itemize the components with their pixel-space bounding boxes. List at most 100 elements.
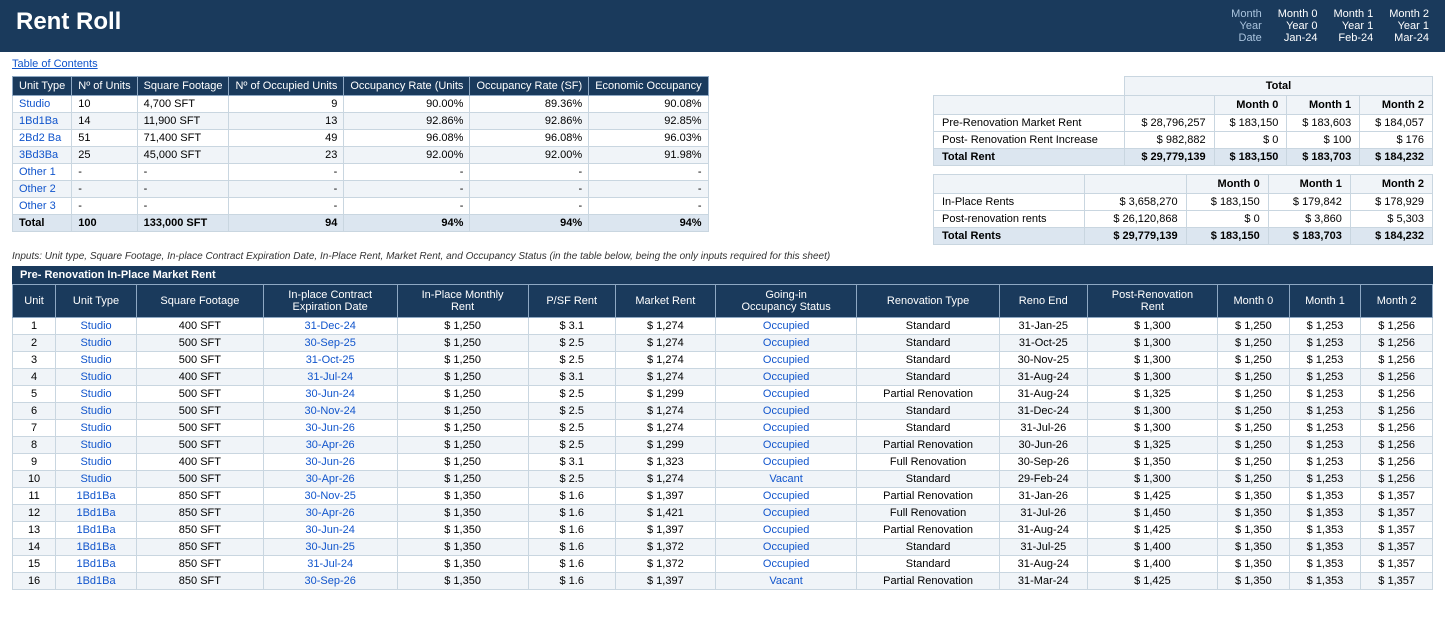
- header-date0: Jan-24: [1278, 32, 1318, 44]
- detail-cell: Full Renovation: [857, 505, 999, 522]
- unit-type-section: Unit Type Nº of Units Square Footage Nº …: [12, 76, 709, 245]
- unit-cell: 2Bd2 Ba: [13, 130, 72, 147]
- dh-m0: Month 0: [1218, 285, 1290, 318]
- unit-cell: 96.08%: [470, 130, 589, 147]
- detail-cell: $ 1,350: [1218, 556, 1290, 573]
- unit-cell: -: [137, 198, 229, 215]
- unit-cell: 133,000 SFT: [137, 215, 229, 232]
- detail-cell: $ 1,250: [1218, 352, 1290, 369]
- detail-cell: 4: [13, 369, 56, 386]
- inputs-note: Inputs: Unit type, Square Footage, In-pl…: [12, 251, 1433, 262]
- unit-cell: 91.98%: [589, 147, 708, 164]
- header-date1: Feb-24: [1334, 32, 1374, 44]
- sum2-col-m1: Month 1: [1268, 175, 1350, 194]
- detail-cell: $ 1,256: [1361, 437, 1433, 454]
- detail-cell: $ 1,450: [1087, 505, 1217, 522]
- sum1-col-m2: Month 2: [1360, 96, 1433, 115]
- unit-cell: 90.08%: [589, 96, 708, 113]
- detail-cell: $ 1,274: [615, 335, 715, 352]
- unit-cell: 94%: [344, 215, 470, 232]
- detail-cell: Vacant: [715, 573, 857, 590]
- header-month2: Month 2: [1389, 8, 1429, 20]
- header-month1: Month 1: [1334, 8, 1374, 20]
- col-occ-rate-sf: Occupancy Rate (SF): [470, 77, 589, 96]
- detail-cell: 500 SFT: [136, 386, 263, 403]
- detail-cell: 12: [13, 505, 56, 522]
- detail-cell: $ 1,274: [615, 352, 715, 369]
- detail-cell: $ 1,250: [397, 386, 528, 403]
- detail-cell: $ 1,250: [1218, 403, 1290, 420]
- detail-cell: 9: [13, 454, 56, 471]
- header-dates: Month Month 0 Month 1 Month 2 Year Year …: [1231, 8, 1429, 44]
- summary2-cell: $ 179,842: [1268, 194, 1350, 211]
- unit-cell: 92.86%: [344, 113, 470, 130]
- summary1-cell: Total Rent: [934, 149, 1125, 166]
- detail-cell: $ 1,300: [1087, 403, 1217, 420]
- detail-cell: 30-Jun-26: [999, 437, 1087, 454]
- detail-cell: 500 SFT: [136, 471, 263, 488]
- detail-cell: $ 1,250: [397, 352, 528, 369]
- unit-cell: -: [72, 181, 137, 198]
- detail-cell: $ 1,350: [397, 556, 528, 573]
- detail-cell: $ 1,250: [397, 454, 528, 471]
- detail-cell: Studio: [56, 318, 137, 335]
- unit-cell: -: [344, 181, 470, 198]
- detail-cell: $ 1,353: [1289, 556, 1361, 573]
- unit-cell: -: [470, 164, 589, 181]
- detail-cell: 30-Jun-26: [263, 420, 397, 437]
- unit-cell: Total: [13, 215, 72, 232]
- detail-cell: $ 1.6: [528, 505, 615, 522]
- col-num-units: Nº of Units: [72, 77, 137, 96]
- detail-cell: $ 2.5: [528, 403, 615, 420]
- detail-cell: $ 1,425: [1087, 488, 1217, 505]
- detail-cell: $ 2.5: [528, 335, 615, 352]
- unit-cell: 9: [229, 96, 344, 113]
- detail-cell: $ 1,256: [1361, 335, 1433, 352]
- detail-cell: 500 SFT: [136, 420, 263, 437]
- detail-cell: Occupied: [715, 437, 857, 454]
- detail-cell: $ 1,397: [615, 488, 715, 505]
- detail-cell: Standard: [857, 420, 999, 437]
- detail-cell: 30-Jun-25: [263, 539, 397, 556]
- sum2-col-m0: Month 0: [1186, 175, 1268, 194]
- unit-cell: -: [470, 198, 589, 215]
- dh-monthly-rent: In-Place MonthlyRent: [397, 285, 528, 318]
- detail-cell: $ 1,299: [615, 437, 715, 454]
- detail-cell: $ 1,357: [1361, 522, 1433, 539]
- unit-cell: -: [229, 181, 344, 198]
- detail-cell: 7: [13, 420, 56, 437]
- unit-cell: 92.00%: [470, 147, 589, 164]
- summary2-cell: $ 5,303: [1350, 211, 1432, 228]
- detail-cell: $ 1,357: [1361, 573, 1433, 590]
- detail-cell: $ 1,256: [1361, 386, 1433, 403]
- detail-cell: $ 1,350: [1218, 522, 1290, 539]
- detail-cell: Studio: [56, 420, 137, 437]
- unit-cell: -: [589, 181, 708, 198]
- detail-cell: $ 1,353: [1289, 573, 1361, 590]
- toc-link[interactable]: Table of Contents: [12, 58, 98, 70]
- unit-table: Unit Type Nº of Units Square Footage Nº …: [12, 76, 709, 232]
- detail-cell: Occupied: [715, 420, 857, 437]
- detail-cell: $ 1,350: [1218, 488, 1290, 505]
- detail-cell: $ 1.6: [528, 488, 615, 505]
- dh-reno-type: Renovation Type: [857, 285, 999, 318]
- detail-cell: $ 1,350: [397, 522, 528, 539]
- detail-cell: $ 1,300: [1087, 420, 1217, 437]
- detail-cell: 1Bd1Ba: [56, 522, 137, 539]
- header-year2: Year 1: [1389, 20, 1429, 32]
- unit-cell: 94: [229, 215, 344, 232]
- detail-cell: $ 1,353: [1289, 505, 1361, 522]
- detail-cell: $ 1,250: [397, 335, 528, 352]
- summary2-cell: $ 3,860: [1268, 211, 1350, 228]
- detail-cell: $ 1,274: [615, 403, 715, 420]
- header-date-label: Date: [1231, 32, 1262, 44]
- detail-cell: $ 1,250: [1218, 318, 1290, 335]
- detail-cell: 400 SFT: [136, 369, 263, 386]
- detail-cell: Occupied: [715, 454, 857, 471]
- summary1-cell: $ 100: [1287, 132, 1360, 149]
- detail-cell: 500 SFT: [136, 335, 263, 352]
- detail-cell: $ 1,253: [1289, 420, 1361, 437]
- detail-cell: $ 1.6: [528, 522, 615, 539]
- top-section: Unit Type Nº of Units Square Footage Nº …: [12, 76, 1433, 245]
- detail-cell: Studio: [56, 454, 137, 471]
